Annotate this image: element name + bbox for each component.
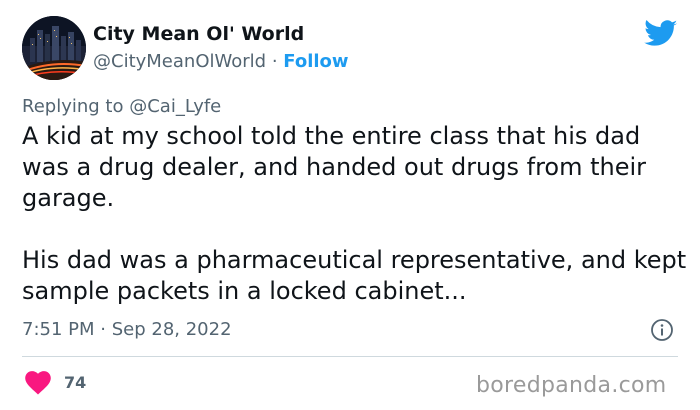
handle-separator: · [271,51,278,72]
author-handle-row: @CityMeanOlWorld · Follow [93,50,349,74]
divider [22,356,678,357]
heart-icon[interactable] [25,371,51,395]
info-icon[interactable] [650,318,674,342]
tweet-date: Sep 28, 2022 [111,319,232,340]
watermark: boredpanda.com [476,373,667,398]
tweet-timestamp[interactable]: 7:51 PM · Sep 28, 2022 [22,318,232,342]
replying-prefix: Replying to [22,96,124,117]
follow-button[interactable]: Follow [283,51,348,72]
author-display-name[interactable]: City Mean Ol' World [93,22,304,46]
twitter-bird-icon[interactable] [644,20,678,48]
tweet-paragraph: His dad was a pharmaceutical representat… [22,246,687,305]
tweet-paragraph: A kid at my school told the entire class… [22,122,647,212]
author-handle[interactable]: @CityMeanOlWorld [93,51,266,72]
like-count[interactable]: 74 [64,372,86,394]
replying-to-line: Replying to @Cai_Lyfe [22,95,221,119]
avatar[interactable] [22,16,86,80]
tweet-time: 7:51 PM [22,319,95,340]
city-skyline-image [22,16,86,80]
tweet-card: City Mean Ol' World @CityMeanOlWorld · F… [0,0,700,410]
reply-mention-link[interactable]: @Cai_Lyfe [129,96,221,117]
tweet-text: A kid at my school told the entire class… [22,121,687,307]
timestamp-separator: · [100,319,106,340]
